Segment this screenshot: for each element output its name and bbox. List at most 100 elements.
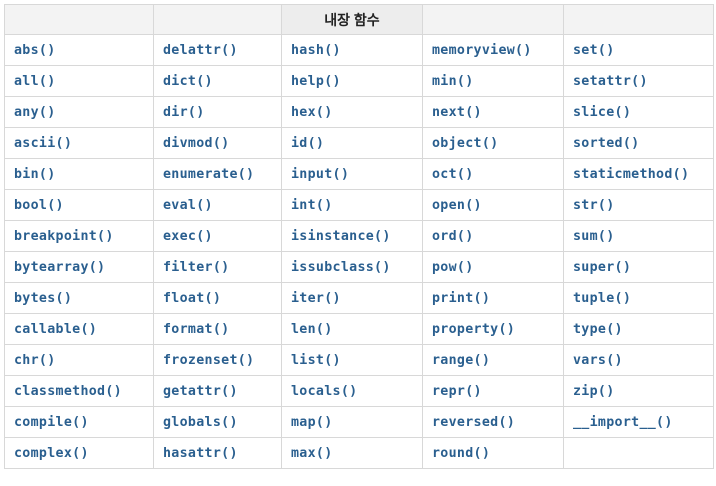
function-link-type[interactable]: type() [573,322,623,337]
function-link-range[interactable]: range() [432,353,490,368]
function-link-super[interactable]: super() [573,260,631,275]
table-cell: exec() [153,220,282,252]
function-link-set[interactable]: set() [573,43,615,58]
header-cell-1 [4,4,154,35]
function-link-chr[interactable]: chr() [14,353,56,368]
function-link-tuple[interactable]: tuple() [573,291,631,306]
table-cell: iter() [281,282,423,314]
function-link-format[interactable]: format() [163,322,229,337]
table-row: abs() delattr() hash() memoryview() set() [4,34,714,66]
function-link-divmod[interactable]: divmod() [163,136,229,151]
builtin-functions-table: 내장 함수 abs() delattr() hash() memoryview() se… [4,4,714,469]
function-link-classmethod[interactable]: classmethod() [14,384,122,399]
table-cell: repr() [422,375,564,407]
function-link-enumerate[interactable]: enumerate() [163,167,254,182]
table-cell: callable() [4,313,154,345]
function-link-dir[interactable]: dir() [163,105,205,120]
function-link-exec[interactable]: exec() [163,229,213,244]
function-link-any[interactable]: any() [14,105,56,120]
function-link-abs[interactable]: abs() [14,43,56,58]
function-link-id[interactable]: id() [291,136,324,151]
function-link-str[interactable]: str() [573,198,615,213]
function-link-memoryview[interactable]: memoryview() [432,43,532,58]
function-link-globals[interactable]: globals() [163,415,238,430]
function-link-dict[interactable]: dict() [163,74,213,89]
table-cell: oct() [422,158,564,190]
function-link-list[interactable]: list() [291,353,341,368]
function-link-input[interactable]: input() [291,167,349,182]
function-link-len[interactable]: len() [291,322,333,337]
function-link-import[interactable]: __import__() [573,415,673,430]
function-link-setattr[interactable]: setattr() [573,74,648,89]
function-link-breakpoint[interactable]: breakpoint() [14,229,114,244]
table-cell [563,437,714,469]
function-link-all[interactable]: all() [14,74,56,89]
function-link-reversed[interactable]: reversed() [432,415,515,430]
function-link-slice[interactable]: slice() [573,105,631,120]
function-link-int[interactable]: int() [291,198,333,213]
function-link-object[interactable]: object() [432,136,498,151]
table-cell: bin() [4,158,154,190]
function-link-getattr[interactable]: getattr() [163,384,238,399]
table-cell: dir() [153,96,282,128]
function-link-float[interactable]: float() [163,291,221,306]
table-cell: property() [422,313,564,345]
function-link-bool[interactable]: bool() [14,198,64,213]
table-cell: sorted() [563,127,714,159]
function-link-isinstance[interactable]: isinstance() [291,229,391,244]
function-link-filter[interactable]: filter() [163,260,229,275]
function-link-compile[interactable]: compile() [14,415,89,430]
function-link-bin[interactable]: bin() [14,167,56,182]
header-cell-5 [563,4,714,35]
function-link-round[interactable]: round() [432,446,490,461]
function-link-open[interactable]: open() [432,198,482,213]
table-cell: type() [563,313,714,345]
function-link-callable[interactable]: callable() [14,322,97,337]
table-cell: next() [422,96,564,128]
function-link-sorted[interactable]: sorted() [573,136,639,151]
function-link-bytearray[interactable]: bytearray() [14,260,105,275]
table-title: 내장 함수 [281,4,423,35]
function-link-help[interactable]: help() [291,74,341,89]
table-row: callable() format() len() property() type() [4,313,714,345]
function-link-locals[interactable]: locals() [291,384,357,399]
function-link-delattr[interactable]: delattr() [163,43,238,58]
table-cell: hex() [281,96,423,128]
function-link-eval[interactable]: eval() [163,198,213,213]
table-cell: set() [563,34,714,66]
table-cell: divmod() [153,127,282,159]
function-link-max[interactable]: max() [291,446,333,461]
function-link-issubclass[interactable]: issubclass() [291,260,391,275]
function-link-hex[interactable]: hex() [291,105,333,120]
table-cell: tuple() [563,282,714,314]
function-link-frozenset[interactable]: frozenset() [163,353,254,368]
function-link-hash[interactable]: hash() [291,43,341,58]
function-link-complex[interactable]: complex() [14,446,89,461]
table-cell: int() [281,189,423,221]
function-link-next[interactable]: next() [432,105,482,120]
table-row: bool() eval() int() open() str() [4,189,714,221]
table-cell: delattr() [153,34,282,66]
table-row: bytes() float() iter() print() tuple() [4,282,714,314]
function-link-bytes[interactable]: bytes() [14,291,72,306]
function-link-property[interactable]: property() [432,322,515,337]
table-cell: all() [4,65,154,97]
function-link-vars[interactable]: vars() [573,353,623,368]
function-link-ascii[interactable]: ascii() [14,136,72,151]
function-link-hasattr[interactable]: hasattr() [163,446,238,461]
function-link-map[interactable]: map() [291,415,333,430]
function-link-zip[interactable]: zip() [573,384,615,399]
function-link-min[interactable]: min() [432,74,474,89]
table-cell: staticmethod() [563,158,714,190]
table-cell: bytearray() [4,251,154,283]
table-cell: max() [281,437,423,469]
function-link-iter[interactable]: iter() [291,291,341,306]
function-link-pow[interactable]: pow() [432,260,474,275]
function-link-oct[interactable]: oct() [432,167,474,182]
function-link-sum[interactable]: sum() [573,229,615,244]
function-link-ord[interactable]: ord() [432,229,474,244]
function-link-repr[interactable]: repr() [432,384,482,399]
function-link-staticmethod[interactable]: staticmethod() [573,167,689,182]
table-cell: input() [281,158,423,190]
function-link-print[interactable]: print() [432,291,490,306]
